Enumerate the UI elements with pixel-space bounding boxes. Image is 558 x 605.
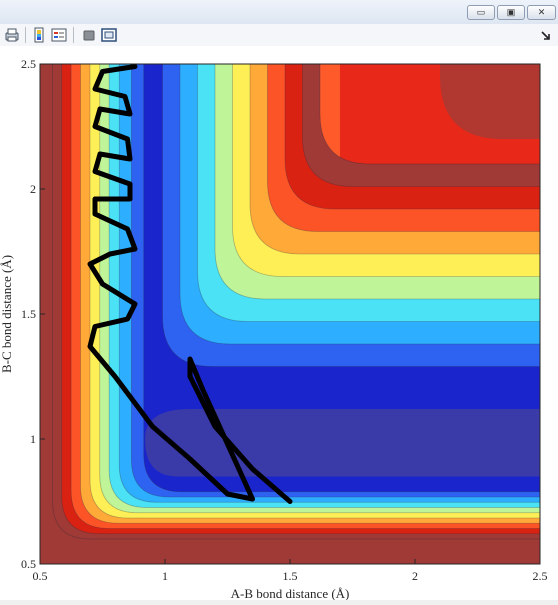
- restore-button[interactable]: ▣: [497, 5, 525, 20]
- window-titlebar: ▭ ▣ ✕: [0, 0, 558, 25]
- toolbar-separator: [73, 27, 74, 43]
- y-tick-label: 1.5: [21, 307, 36, 321]
- minimize-icon: ▭: [468, 6, 494, 19]
- toolbar-separator: [25, 27, 26, 43]
- valley-channel: [145, 409, 558, 477]
- x-tick-label: 0.5: [33, 569, 48, 583]
- x-tick-label: 2: [412, 569, 418, 583]
- figure-toolbar: [0, 24, 558, 47]
- restore-icon: ▣: [498, 6, 524, 19]
- x-tick-label: 1.5: [283, 569, 298, 583]
- close-button[interactable]: ✕: [527, 5, 556, 20]
- y-tick-label: 0.5: [21, 557, 36, 571]
- potential-energy-surface-plot: 0.5 1 1.5 2 2.5 0.5 1 1.5 2 2.5 A-B bond distanc…: [0, 46, 558, 600]
- minimize-button[interactable]: ▭: [467, 5, 495, 20]
- x-tick-label: 2.5: [533, 569, 548, 583]
- show-plot-tools-icon[interactable]: [101, 27, 117, 43]
- x-axis-label: A-B bond distance (Å): [231, 586, 350, 600]
- hide-plot-tools-icon[interactable]: [81, 27, 97, 43]
- colorbar-icon[interactable]: [31, 27, 47, 43]
- y-axis-label: B-C bond distance (Å): [0, 255, 14, 373]
- y-tick-label: 2.5: [21, 57, 36, 71]
- contour-fill: [40, 46, 558, 564]
- y-tick-label: 2: [30, 182, 36, 196]
- print-figure-icon[interactable]: [4, 27, 20, 43]
- legend-icon[interactable]: [51, 27, 67, 43]
- figure-canvas: 0.5 1 1.5 2 2.5 0.5 1 1.5 2 2.5 A-B bond distanc…: [0, 46, 558, 600]
- dock-arrow-icon[interactable]: [538, 28, 554, 44]
- y-tick-label: 1: [30, 432, 36, 446]
- close-icon: ✕: [528, 6, 555, 19]
- x-tick-label: 1: [162, 569, 168, 583]
